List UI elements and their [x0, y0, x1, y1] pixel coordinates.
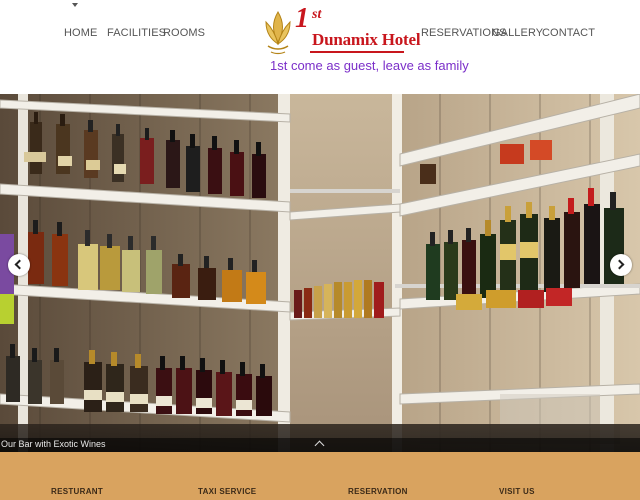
slider-caption-bar: Our Bar with Exotic Wines [0, 438, 640, 452]
lotus-emblem-icon [265, 11, 291, 55]
chevron-right-icon [614, 259, 625, 270]
footer-restaurant-heading: RESTURANT [51, 487, 104, 496]
nav-facilities[interactable]: FACILITIES [107, 27, 166, 39]
logo-underline [310, 51, 404, 53]
logo-number: 1 [295, 3, 309, 34]
site-header: HOME FACILITIES ROOMS 1 st Dunamix Hotel… [0, 0, 640, 94]
image-slider[interactable]: Our Bar with Exotic Wines [0, 94, 640, 452]
slider-caption: Our Bar with Exotic Wines [1, 439, 106, 449]
info-strip: RESTURANT TAXI SERVICE RESERVATION VISIT… [0, 452, 640, 500]
nav-gallery[interactable]: GALLERY [492, 27, 543, 39]
chevron-up-icon[interactable] [314, 440, 325, 451]
nav-contact[interactable]: CONTACT [542, 27, 595, 39]
footer-visit-heading: VISIT US [499, 487, 535, 496]
caret-down-icon[interactable] [72, 3, 78, 7]
logo-ordinal-suffix: st [312, 7, 322, 22]
nav-rooms[interactable]: ROOMS [163, 27, 205, 39]
chevron-left-icon [14, 259, 25, 270]
footer-reservation-heading: RESERVATION [348, 487, 408, 496]
hotel-tagline: 1st come as guest, leave as family [270, 58, 469, 73]
footer-taxi-heading: TAXI SERVICE [198, 487, 257, 496]
bar-shelves-photo [0, 94, 640, 452]
slider-next-button[interactable] [610, 254, 632, 276]
logo-hotel-name: Dunamix Hotel [312, 30, 421, 49]
nav-home[interactable]: HOME [64, 27, 97, 39]
slider-prev-button[interactable] [8, 254, 30, 276]
